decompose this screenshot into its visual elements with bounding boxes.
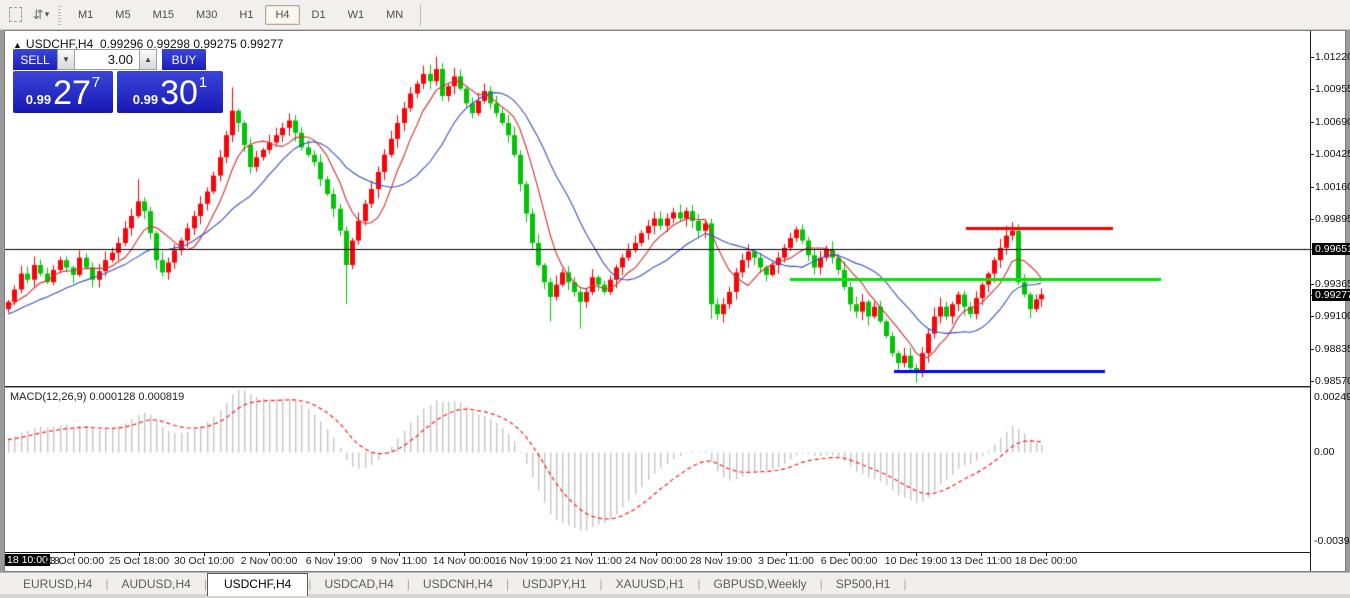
price-axis-tick bbox=[1310, 219, 1314, 220]
chart-tab-usdjpy-h1[interactable]: USDJPY,H1 bbox=[509, 574, 599, 595]
price-axis-tick bbox=[1310, 122, 1314, 123]
time-axis-label: 14 Nov 00:00 bbox=[433, 555, 495, 567]
price-axis-tick bbox=[1310, 381, 1314, 382]
price-axis-label: 0.98570 bbox=[1315, 375, 1350, 387]
buy-price-prefix: 0.99 bbox=[133, 92, 158, 107]
macd-pane-bottom-frame bbox=[5, 552, 1311, 553]
auto-arrange-icon-glyph: ⇵ bbox=[33, 7, 44, 23]
sell-price-big: 27 bbox=[53, 73, 91, 113]
timeframe-button-m30[interactable]: M30 bbox=[186, 5, 227, 25]
time-axis-label: 28 Nov 19:00 bbox=[690, 555, 752, 567]
price-axis-label: 0.99100 bbox=[1315, 310, 1350, 322]
time-axis-label: 10 Dec 19:00 bbox=[885, 555, 947, 567]
price-axis-tick bbox=[1310, 316, 1314, 317]
chevron-down-icon: ▾ bbox=[45, 9, 50, 20]
chart-tab-sp500-h1[interactable]: SP500,H1 bbox=[823, 574, 904, 595]
macd-axis-label: 0.002492 bbox=[1314, 391, 1350, 403]
timeframe-button-m5[interactable]: M5 bbox=[105, 5, 140, 25]
time-axis-label: 18 Dec 00:00 bbox=[1015, 555, 1077, 567]
buy-price-big: 30 bbox=[160, 73, 198, 113]
price-axis-tick bbox=[1310, 89, 1314, 90]
one-click-trade-panel: SELL ▼ 3.00 ▲ BUY 0.99 27 7 0.99 30 1 bbox=[13, 49, 223, 113]
time-axis-label: 3 Dec 11:00 bbox=[758, 555, 814, 567]
price-axis-label: 1.00425 bbox=[1315, 148, 1350, 160]
time-axis-label: 6 Nov 19:00 bbox=[306, 555, 363, 567]
chart-tab-gbpusd-weekly[interactable]: GBPUSD,Weekly bbox=[700, 574, 819, 595]
time-axis-label: 24 Nov 00:00 bbox=[625, 555, 687, 567]
time-axis-label: 2 Nov 00:00 bbox=[241, 555, 298, 567]
time-axis-label: 9 Nov 11:00 bbox=[371, 555, 427, 567]
macd-indicator-canvas[interactable] bbox=[5, 388, 1310, 552]
price-axis-label: 1.00955 bbox=[1315, 83, 1350, 95]
volume-decrease-button[interactable]: ▼ bbox=[57, 49, 75, 70]
chart-tab-audusd-h4[interactable]: AUDUSD,H4 bbox=[108, 574, 203, 595]
time-axis-label: 23 Oct 00:00 bbox=[44, 555, 104, 567]
sell-price-sup: 7 bbox=[92, 74, 100, 91]
timeframe-button-h4[interactable]: H4 bbox=[265, 5, 299, 25]
timeframe-bar: M1M5M15M30H1H4D1W1MN bbox=[67, 0, 414, 29]
timeframe-button-d1[interactable]: D1 bbox=[302, 5, 336, 25]
chart-shift-icon-glyph bbox=[9, 7, 22, 22]
timeframe-button-m15[interactable]: M15 bbox=[143, 5, 184, 25]
macd-axis-label: 0.00 bbox=[1314, 446, 1334, 458]
tab-separator: | bbox=[903, 577, 906, 595]
status-bar bbox=[0, 594, 1350, 598]
time-axis-label: 13 Dec 11:00 bbox=[950, 555, 1012, 567]
time-axis-label: 16 Nov 19:00 bbox=[495, 555, 557, 567]
timeframe-button-w1[interactable]: W1 bbox=[338, 5, 375, 25]
sell-price-prefix: 0.99 bbox=[26, 92, 51, 107]
time-axis-label: 30 Oct 10:00 bbox=[174, 555, 234, 567]
toolbar-separator bbox=[420, 4, 421, 26]
timeframe-button-mn[interactable]: MN bbox=[376, 5, 413, 25]
chart-tab-xauusd-h1[interactable]: XAUUSD,H1 bbox=[603, 574, 698, 595]
buy-price-display[interactable]: 0.99 30 1 bbox=[117, 71, 223, 113]
volume-increase-button[interactable]: ▲ bbox=[139, 49, 157, 70]
sell-price-display[interactable]: 0.99 27 7 bbox=[13, 71, 113, 113]
price-axis-tick bbox=[1310, 187, 1314, 188]
time-axis-label: 6 Dec 00:00 bbox=[821, 555, 878, 567]
price-axis-divider bbox=[1310, 31, 1311, 571]
price-axis-label: 1.01220 bbox=[1315, 51, 1350, 63]
price-axis-highlight-label: 0.99651 bbox=[1312, 243, 1350, 255]
sell-button[interactable]: SELL bbox=[13, 49, 57, 70]
auto-arrange-icon[interactable]: ⇵▾ bbox=[30, 5, 52, 25]
timeframe-button-h1[interactable]: H1 bbox=[229, 5, 263, 25]
price-axis-label: 1.00160 bbox=[1315, 181, 1350, 193]
top-toolbar: ⇵▾ M1M5M15M30H1H4D1W1MN bbox=[0, 0, 1350, 30]
chart-tab-bar: EURUSD,H4|AUDUSD,H4|USDCHF,H4|USDCAD,H4|… bbox=[0, 572, 1350, 595]
price-axis-label: 0.98835 bbox=[1315, 343, 1350, 355]
time-axis-label: 25 Oct 18:00 bbox=[109, 555, 169, 567]
price-axis-label: 1.00690 bbox=[1315, 116, 1350, 128]
chart-tab-usdcad-h4[interactable]: USDCAD,H4 bbox=[311, 574, 406, 595]
buy-button[interactable]: BUY bbox=[162, 49, 206, 70]
chart-tab-usdcnh-h4[interactable]: USDCNH,H4 bbox=[410, 574, 506, 595]
price-axis-tick bbox=[1310, 284, 1314, 285]
chart-tab-eurusd-h4[interactable]: EURUSD,H4 bbox=[10, 574, 105, 595]
timeframe-button-m1[interactable]: M1 bbox=[68, 5, 103, 25]
trading-platform-window: ⇵▾ M1M5M15M30H1H4D1W1MN ▲USDCHF,H4 0.992… bbox=[0, 0, 1350, 598]
toolbar-grip bbox=[56, 4, 63, 26]
price-axis-label: 0.99895 bbox=[1315, 213, 1350, 225]
time-axis-label: 21 Nov 11:00 bbox=[560, 555, 622, 567]
price-axis-tick bbox=[1310, 349, 1314, 350]
macd-indicator-label: MACD(12,26,9) 0.000128 0.000819 bbox=[10, 391, 184, 403]
buy-price-sup: 1 bbox=[199, 74, 207, 91]
price-axis-tick bbox=[1310, 57, 1314, 58]
price-axis-highlight-label: 0.99277 bbox=[1312, 289, 1350, 301]
volume-input[interactable]: 3.00 bbox=[75, 49, 139, 70]
macd-axis-label: -0.003913 bbox=[1314, 535, 1350, 547]
price-axis-tick bbox=[1310, 154, 1314, 155]
chart-shift-icon[interactable] bbox=[4, 5, 26, 25]
chart-tab-usdchf-h4[interactable]: USDCHF,H4 bbox=[207, 573, 308, 596]
